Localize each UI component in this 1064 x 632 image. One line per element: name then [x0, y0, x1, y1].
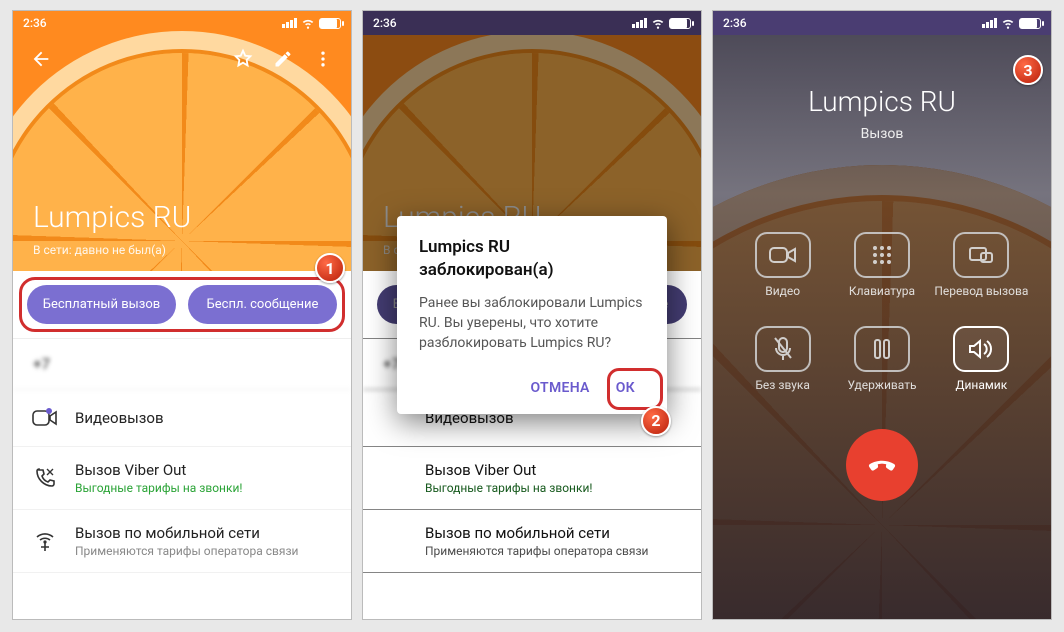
modal-overlay[interactable]: Lumpics RU заблокирован(а) Ранее вы забл… [363, 11, 701, 619]
status-bar: 2:36 [713, 11, 1051, 35]
annotation-badge-3: 3 [1013, 55, 1043, 85]
row-sublabel: Применяются тарифы оператора связи [75, 544, 333, 558]
row-viber-out[interactable]: Вызов Viber Out Выгодные тарифы на звонк… [13, 447, 351, 510]
screen-outgoing-call: 2:36 3 Lumpics RU Вызов Видео Клавиатура… [712, 10, 1052, 620]
dialog-title: Lumpics RU заблокирован(а) [419, 236, 645, 280]
cancel-button[interactable]: ОТМЕНА [521, 372, 600, 404]
ok-button[interactable]: ОК [606, 372, 645, 404]
speaker-icon [953, 326, 1009, 372]
call-status: Вызов [713, 126, 1051, 142]
speaker-toggle[interactable]: Динамик [932, 326, 1031, 392]
status-bar: 2:36 [13, 11, 351, 35]
pencil-icon [273, 49, 293, 69]
row-cellular-call[interactable]: Вызов по мобильной сети Применяются тари… [13, 510, 351, 573]
mute-toggle[interactable]: Без звука [733, 326, 832, 392]
call-controls-grid: Видео Клавиатура Перевод вызова Без звук… [713, 232, 1051, 393]
transfer-toggle[interactable]: Перевод вызова [932, 232, 1031, 298]
status-icons [982, 16, 1041, 30]
video-toggle[interactable]: Видео [733, 232, 832, 298]
edit-button[interactable] [263, 39, 303, 79]
back-arrow-icon [30, 48, 52, 70]
back-button[interactable] [21, 39, 61, 79]
favorite-button[interactable] [223, 39, 263, 79]
screen-unblock-dialog: 2:36 Lumpics RU В сети: давно не был(а) … [362, 10, 702, 620]
contact-status: В сети: давно не был(а) [33, 243, 166, 257]
dialog-body: Ранее вы заблокировали Lumpics RU. Вы ув… [419, 293, 645, 354]
cta-row: Бесплатный вызов Беспл. сообщение [13, 271, 351, 339]
row-video-call[interactable]: Видеовызов [13, 390, 351, 447]
star-icon [232, 48, 254, 70]
more-button[interactable] [303, 39, 343, 79]
row-label: Вызов по мобильной сети [75, 524, 333, 542]
call-contact-name: Lumpics RU [713, 85, 1051, 118]
contact-name: Lumpics RU [33, 200, 191, 235]
battery-icon [1019, 18, 1041, 29]
annotation-badge-1: 1 [315, 253, 345, 283]
phone-number[interactable]: +7 [13, 339, 351, 390]
transfer-icon [953, 232, 1009, 278]
annotation-badge-2: 2 [641, 406, 671, 436]
wifi-icon [301, 16, 315, 30]
row-label: Вызов Viber Out [75, 461, 333, 479]
signal-icon [282, 18, 297, 28]
free-call-button[interactable]: Бесплатный вызов [27, 285, 176, 324]
hangup-button[interactable] [846, 429, 918, 501]
status-time: 2:36 [723, 16, 747, 30]
top-bar [13, 35, 351, 83]
cellular-icon [31, 527, 59, 555]
keypad-icon [854, 232, 910, 278]
status-time: 2:36 [23, 16, 47, 30]
keypad-toggle[interactable]: Клавиатура [832, 232, 931, 298]
mic-off-icon [755, 326, 811, 372]
wifi-icon [1001, 16, 1015, 30]
hold-toggle[interactable]: Удерживать [832, 326, 931, 392]
status-icons [282, 16, 341, 30]
video-call-icon [31, 404, 59, 432]
battery-icon [319, 18, 341, 29]
hero: 2:36 Lumpics RU [13, 11, 351, 271]
signal-icon [982, 18, 997, 28]
phone-hangup-icon [865, 448, 899, 482]
free-message-button[interactable]: Беспл. сообщение [188, 285, 337, 324]
camera-icon [755, 232, 811, 278]
pause-icon [854, 326, 910, 372]
more-vert-icon [313, 49, 333, 69]
screen-contact-info: 2:36 Lumpics RU [12, 10, 352, 620]
viber-out-icon [31, 464, 59, 492]
row-sublabel: Выгодные тарифы на звонки! [75, 481, 333, 495]
row-label: Видеовызов [75, 409, 333, 427]
unblock-dialog: Lumpics RU заблокирован(а) Ранее вы забл… [397, 216, 667, 413]
